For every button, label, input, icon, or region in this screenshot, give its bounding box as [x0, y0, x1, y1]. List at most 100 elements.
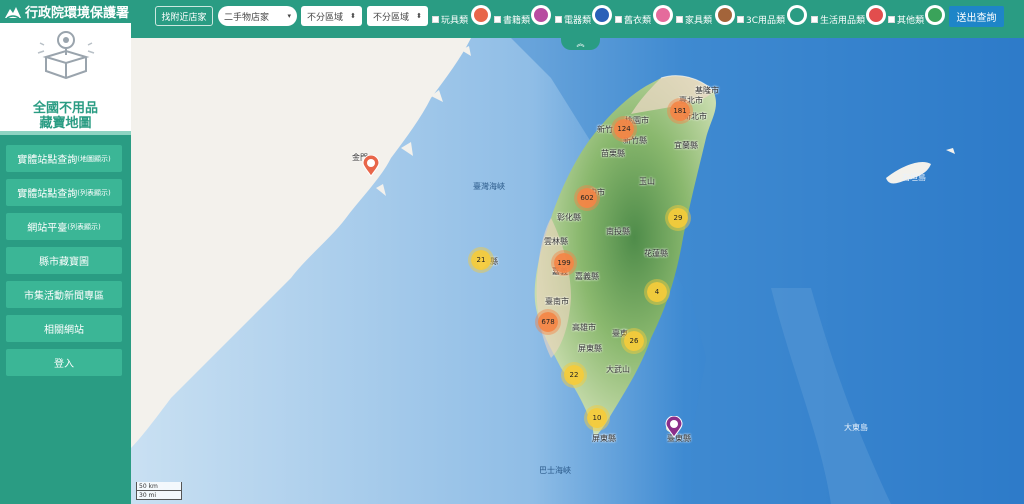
- nav-label: 實體站點查詢: [17, 155, 78, 166]
- brand-title: 行政院環境保護署: [25, 6, 130, 21]
- map-label: 屏東縣: [592, 434, 616, 443]
- map-label: 高雄市: [572, 323, 596, 332]
- category-checkbox-other[interactable]: 其他類: [888, 9, 924, 29]
- appliance-icon: [592, 5, 612, 25]
- category-checkbox-book[interactable]: 書籍類: [494, 9, 530, 29]
- map-cluster-marker[interactable]: 26: [624, 331, 644, 351]
- map-scale: 50 km 30 mi: [136, 482, 182, 500]
- household-icon: [866, 5, 886, 25]
- sidebar: 行政院環境保護署 全國不用品 藏寶地圖 實體站點查詢 (地圖顯示) 實體站點查詢(…: [0, 0, 131, 504]
- checkbox[interactable]: [615, 15, 622, 23]
- region-select-b[interactable]: 不分區域 ⬍: [367, 6, 428, 26]
- map-cluster-marker[interactable]: 21: [471, 250, 491, 270]
- collapse-toolbar-button[interactable]: ︽: [561, 38, 600, 50]
- category-checkbox-furniture[interactable]: 家具類: [676, 9, 712, 29]
- map-label-island: 大東島: [844, 423, 868, 432]
- clothes-icon: [653, 5, 673, 25]
- map-cluster-marker[interactable]: 124: [614, 119, 634, 139]
- toy-icon[interactable]: [362, 155, 380, 177]
- nav-sublabel: (列表顯示): [77, 188, 111, 197]
- map-canvas[interactable]: 基隆市 臺北市 新北市 桃園市 新竹 新竹縣 宜蘭縣 苗栗縣 中市 彰化縣 南投…: [131, 38, 1024, 504]
- sort-arrows-icon: ⬍: [416, 12, 422, 20]
- furniture-icon: [715, 5, 735, 25]
- nav-item-market-news[interactable]: 市集活動新聞專區: [6, 281, 122, 308]
- store-type-select[interactable]: 二手物店家 ▾: [218, 6, 297, 26]
- map-cluster-marker[interactable]: 199: [554, 253, 574, 273]
- map-cluster-marker[interactable]: 10: [587, 408, 607, 428]
- nav-item-related-sites[interactable]: 相關網站: [6, 315, 122, 342]
- map-label-sea: 臺灣海峽: [473, 182, 505, 191]
- map-label-sea: 巴士海峽: [539, 466, 571, 475]
- map-label: 花蓮縣: [644, 249, 668, 258]
- nav-sublabel: (列表顯示): [67, 222, 101, 231]
- checkbox[interactable]: [432, 15, 439, 23]
- checkbox[interactable]: [676, 15, 683, 23]
- nav-item-web-platform[interactable]: 網站平臺 (列表顯示): [6, 213, 122, 240]
- map-label: 新竹: [597, 125, 613, 134]
- map-cluster-marker[interactable]: 29: [668, 208, 688, 228]
- book-icon: [531, 5, 551, 25]
- map-label: 雲林縣: [544, 237, 568, 246]
- nav-item-login[interactable]: 登入: [6, 349, 122, 376]
- nav-item-site-map[interactable]: 實體站點查詢 (地圖顯示): [6, 145, 122, 172]
- category-label: 其他類: [897, 15, 925, 26]
- category-label: 書籍類: [503, 15, 531, 26]
- hero-title-line1: 全國不用品: [32, 101, 98, 116]
- sort-arrows-icon: ⬍: [350, 12, 356, 20]
- scale-km: 50 km: [136, 482, 182, 491]
- checkbox[interactable]: [555, 15, 562, 23]
- map-label: 臺南市: [545, 297, 569, 306]
- category-checkbox-3c[interactable]: 3C用品類: [737, 9, 785, 29]
- nav-label: 市集活動新聞專區: [24, 291, 104, 302]
- checkbox[interactable]: [811, 15, 818, 23]
- nav-label: 相關網站: [44, 325, 84, 336]
- submit-query-button[interactable]: 送出查詢: [949, 6, 1004, 27]
- category-label: 家具類: [685, 15, 713, 26]
- checkbox[interactable]: [888, 15, 895, 23]
- map-label-island: 石垣島: [902, 173, 926, 182]
- hero-title-line2: 藏寶地圖: [39, 116, 92, 131]
- map-label-peak: 玉山: [639, 177, 655, 186]
- nav-item-county-map[interactable]: 縣市藏寶圖: [6, 247, 122, 274]
- epa-logo-icon: [5, 6, 21, 19]
- map-label: 南投縣: [606, 227, 630, 236]
- map-cluster-marker[interactable]: 181: [670, 101, 690, 121]
- checkbox[interactable]: [737, 15, 744, 23]
- sidebar-nav: 實體站點查詢 (地圖顯示) 實體站點查詢 (列表顯示) 網站平臺 (列表顯示) 縣市藏…: [6, 145, 122, 383]
- store-type-value: 二手物店家: [224, 12, 270, 23]
- category-checkbox-appliance[interactable]: 電器類: [555, 9, 591, 29]
- category-label: 舊衣類: [624, 15, 652, 26]
- category-checkbox-clothes[interactable]: 舊衣類: [615, 9, 651, 29]
- nav-label: 實體站點查詢: [17, 189, 78, 200]
- category-label: 生活用品類: [820, 15, 866, 26]
- map-cluster-marker[interactable]: 678: [538, 312, 558, 332]
- region-b-value: 不分區域: [373, 12, 410, 23]
- category-checkbox-household[interactable]: 生活用品類: [811, 9, 865, 29]
- map-label: 屏東縣: [578, 344, 602, 353]
- chevron-up-icon: ︽: [576, 39, 585, 48]
- region-a-value: 不分區域: [307, 12, 344, 23]
- map-label: 縣: [490, 257, 498, 266]
- hero-banner: 全國不用品 藏寶地圖: [0, 23, 131, 135]
- brand[interactable]: 行政院環境保護署: [0, 0, 131, 23]
- chevron-down-icon: ▾: [287, 12, 291, 20]
- region-select-a[interactable]: 不分區域 ⬍: [301, 6, 362, 26]
- map-cluster-marker[interactable]: 602: [577, 188, 597, 208]
- find-nearby-button[interactable]: 找附近店家: [155, 6, 213, 26]
- checkbox[interactable]: [494, 15, 501, 23]
- map-label: 苗栗縣: [601, 149, 625, 158]
- map-label: 彰化縣: [557, 213, 581, 222]
- map-cluster-marker[interactable]: 4: [647, 282, 667, 302]
- nav-label: 縣市藏寶圖: [39, 257, 89, 268]
- hero-divider: [0, 131, 131, 135]
- category-label: 玩具類: [441, 15, 469, 26]
- category-label: 3C用品類: [746, 15, 786, 26]
- other-icon: [925, 5, 945, 25]
- map-cluster-marker[interactable]: 22: [564, 365, 584, 385]
- nav-label: 網站平臺: [27, 223, 68, 234]
- category-checkbox-toy[interactable]: 玩具類: [432, 9, 468, 29]
- map-label-peak: 大武山: [606, 365, 630, 374]
- toy-icon: [471, 5, 491, 25]
- book-icon[interactable]: [665, 416, 683, 438]
- nav-item-site-list[interactable]: 實體站點查詢 (列表顯示): [6, 179, 122, 206]
